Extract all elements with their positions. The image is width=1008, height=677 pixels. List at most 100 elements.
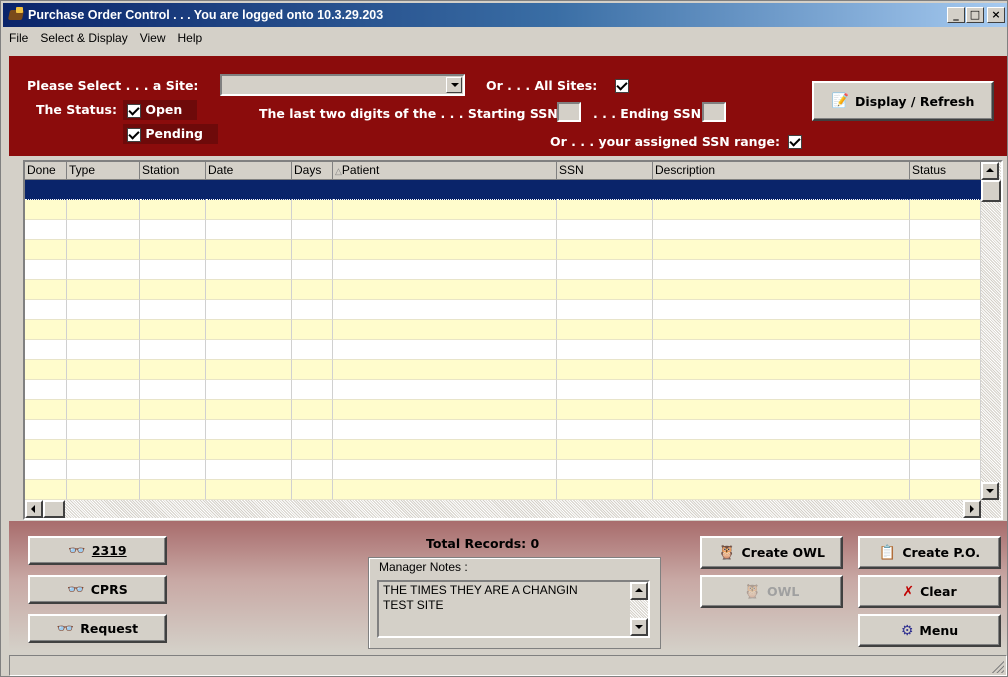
all-sites-label: Or . . . All Sites: (486, 78, 598, 93)
chevron-down-icon[interactable] (446, 77, 462, 93)
scroll-down-button[interactable] (981, 482, 999, 500)
table-cell (25, 440, 67, 460)
table-cell (653, 320, 910, 340)
notes-scroll-down-button[interactable] (630, 618, 648, 636)
maximize-button[interactable]: □ (966, 7, 984, 23)
table-cell (67, 440, 140, 460)
scroll-up-button[interactable] (981, 162, 999, 180)
owl-button[interactable]: 🦉 OWL (700, 575, 843, 608)
notes-scroll-up-button[interactable] (630, 582, 648, 600)
title-bar[interactable]: Purchase Order Control . . . You are log… (3, 3, 1007, 27)
display-refresh-button[interactable]: 📝 Display / Refresh (812, 81, 994, 121)
create-owl-button[interactable]: 🦉 Create OWL (700, 536, 843, 569)
column-header-done[interactable]: Done (25, 162, 67, 180)
resize-grip-icon[interactable] (992, 661, 1004, 673)
open-option[interactable]: Open (123, 100, 197, 120)
table-cell (910, 300, 981, 320)
horizontal-scroll-thumb[interactable] (43, 500, 65, 518)
create-po-button[interactable]: 📋 Create P.O. (858, 536, 1001, 569)
vertical-scroll-thumb[interactable] (981, 180, 1001, 202)
table-cell (25, 400, 67, 420)
table-row[interactable] (25, 200, 981, 220)
table-row[interactable] (25, 360, 981, 380)
table-cell (140, 420, 206, 440)
column-header-days[interactable]: Days (292, 162, 333, 180)
pending-checkbox[interactable] (127, 127, 141, 142)
table-row[interactable] (25, 400, 981, 420)
table-cell (653, 460, 910, 480)
table-row[interactable] (25, 320, 981, 340)
table-cell (653, 260, 910, 280)
ending-ssn-input[interactable] (702, 102, 726, 122)
table-row[interactable] (25, 280, 981, 300)
column-header-type[interactable]: Type (67, 162, 140, 180)
cprs-button[interactable]: 👓 CPRS (28, 575, 167, 604)
table-cell (67, 420, 140, 440)
table-cell (292, 440, 333, 460)
menu-help[interactable]: Help (172, 31, 209, 45)
table-cell (653, 340, 910, 360)
pending-option[interactable]: Pending (123, 124, 218, 144)
column-header-status[interactable]: Status (910, 162, 981, 180)
table-row[interactable] (25, 340, 981, 360)
assigned-range-checkbox[interactable] (788, 134, 802, 149)
menu-view[interactable]: View (134, 31, 172, 45)
table-cell (67, 240, 140, 260)
starting-ssn-label: The last two digits of the . . . Startin… (259, 106, 563, 121)
table-row[interactable] (25, 480, 981, 500)
request-button[interactable]: 👓 Request (28, 614, 167, 643)
table-cell (910, 360, 981, 380)
scroll-left-button[interactable] (25, 500, 43, 518)
table-cell (140, 340, 206, 360)
table-cell (910, 240, 981, 260)
vertical-scrollbar[interactable] (981, 162, 1001, 500)
column-header-ssn[interactable]: SSN (557, 162, 653, 180)
menu-button[interactable]: ⚙ Menu (858, 614, 1001, 647)
orders-grid[interactable]: Done Type Station Date Days △Patient SSN… (23, 160, 1003, 520)
table-row[interactable] (25, 300, 981, 320)
table-row[interactable] (25, 460, 981, 480)
form-2319-button[interactable]: 👓 2319 (28, 536, 167, 565)
table-cell (140, 380, 206, 400)
open-checkbox[interactable] (127, 103, 141, 118)
table-cell (25, 380, 67, 400)
notes-scrollbar[interactable] (630, 582, 648, 636)
table-cell (25, 320, 67, 340)
table-row[interactable] (25, 180, 981, 200)
close-button[interactable]: × (987, 7, 1005, 23)
table-row[interactable] (25, 220, 981, 240)
clear-button[interactable]: ✗ Clear (858, 575, 1001, 608)
table-cell (25, 200, 67, 220)
menu-select-display[interactable]: Select & Display (34, 31, 133, 45)
app-icon (7, 7, 25, 23)
table-row[interactable] (25, 240, 981, 260)
table-cell (25, 180, 67, 200)
table-row[interactable] (25, 380, 981, 400)
starting-ssn-input[interactable] (557, 102, 581, 122)
display-refresh-label: Display / Refresh (855, 93, 975, 109)
table-cell (25, 280, 67, 300)
table-cell (25, 340, 67, 360)
table-cell (333, 400, 557, 420)
table-cell (292, 360, 333, 380)
table-row[interactable] (25, 440, 981, 460)
site-select[interactable] (220, 74, 465, 96)
menu-file[interactable]: File (3, 31, 34, 45)
column-header-description[interactable]: Description (653, 162, 910, 180)
horizontal-scrollbar[interactable] (25, 500, 1001, 518)
table-row[interactable] (25, 420, 981, 440)
table-cell (206, 260, 292, 280)
column-header-patient[interactable]: △Patient (333, 162, 557, 180)
clear-label: Clear (920, 584, 957, 599)
table-cell (67, 220, 140, 240)
table-row[interactable] (25, 260, 981, 280)
manager-notes-text[interactable]: THE TIMES THEY ARE A CHANGIN TEST SITE (377, 580, 650, 638)
all-sites-checkbox[interactable] (615, 78, 629, 93)
minimize-button[interactable]: _ (947, 7, 965, 23)
column-header-date[interactable]: Date (206, 162, 292, 180)
scroll-right-button[interactable] (963, 500, 981, 518)
table-cell (557, 180, 653, 200)
purchase-order-window: Purchase Order Control . . . You are log… (0, 0, 1008, 677)
column-header-station[interactable]: Station (140, 162, 206, 180)
table-cell (557, 280, 653, 300)
